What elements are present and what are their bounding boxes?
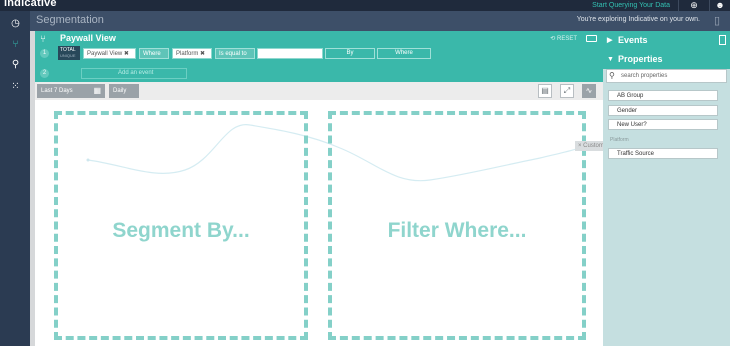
segmentation-icon[interactable]: ⑂ — [9, 38, 22, 51]
filter-where-dropzone[interactable]: Filter Where... — [328, 111, 586, 340]
property-item[interactable]: AB Group — [608, 90, 718, 101]
segment-by-dropzone[interactable]: Segment By... — [54, 111, 308, 340]
page-header: Segmentation You're exploring Indicative… — [30, 11, 730, 31]
expand-icon[interactable]: ⤢ — [560, 84, 574, 98]
property-search-input[interactable]: ⚲ search properties — [606, 69, 727, 83]
divider — [709, 0, 710, 11]
page-title: Segmentation — [36, 14, 104, 26]
line-chart-icon[interactable]: ∿ — [582, 84, 596, 98]
segmentation-icon: ⑂ — [40, 34, 46, 45]
segment-by-label: Segment By... — [112, 219, 250, 242]
metric-sublabel: UNIQUE — [60, 53, 76, 58]
dashboard-icon[interactable]: ◷ — [9, 17, 22, 30]
query-panel: ⑂ Paywall View ⟲ RESET 1 TOTAL UNIQUE Pa… — [35, 31, 603, 82]
date-range-button[interactable]: Last 7 Days ▦ — [37, 84, 105, 98]
add-event-input[interactable]: Add an event — [81, 68, 187, 79]
metric-selector[interactable]: TOTAL UNIQUE — [58, 46, 80, 60]
where-dropdown[interactable]: Where — [139, 48, 169, 59]
property-item[interactable]: Gender — [608, 105, 718, 116]
explore-note: You're exploring Indicative on your own. — [576, 16, 700, 23]
chart-toolbar: Last 7 Days ▦ Daily ▤ ⤢ ∿ — [35, 82, 603, 100]
property-chip[interactable]: Platform ✖ — [172, 48, 212, 59]
top-bar: indicative Start Querying Your Data ⊕ ☻ — [0, 0, 730, 11]
collapse-arrow-icon: ▼ — [607, 56, 614, 63]
divider — [678, 0, 679, 11]
table-view-icon[interactable]: ▤ — [538, 84, 552, 98]
property-group-label: Platform — [610, 137, 629, 143]
properties-label: Properties — [618, 54, 663, 64]
events-label: Events — [618, 35, 648, 45]
query-title: Paywall View — [60, 33, 116, 43]
where-button[interactable]: Where — [377, 48, 431, 59]
funnel-icon[interactable]: ⚲ — [9, 58, 22, 71]
left-nav: ◷ ⑂ ⚲ ⁙ — [0, 11, 30, 346]
panel-toggle-icon[interactable] — [719, 35, 726, 45]
value-input[interactable] — [257, 48, 323, 59]
right-panel: ▶ Events ▼ Properties ⚲ search propertie… — [603, 31, 730, 346]
chart-area: Segment By... Filter Where... — [35, 100, 603, 346]
properties-header[interactable]: ▼ Properties — [603, 50, 730, 69]
event-chip[interactable]: Paywall View ✖ — [83, 48, 136, 59]
row-number: 1 — [40, 49, 49, 58]
journey-icon[interactable]: ⁙ — [9, 80, 22, 93]
property-item[interactable]: New User? — [608, 119, 718, 130]
property-item[interactable]: Traffic Source — [608, 148, 718, 159]
interval-dropdown[interactable]: Daily — [109, 84, 139, 98]
calendar-icon: ▦ — [93, 86, 101, 95]
user-icon[interactable]: ☻ — [714, 0, 726, 11]
expand-arrow-icon: ▶ — [607, 37, 613, 44]
reset-button[interactable]: ⟲ RESET — [550, 35, 577, 42]
search-placeholder: search properties — [621, 73, 668, 79]
events-header[interactable]: ▶ Events — [603, 31, 730, 50]
book-icon[interactable]: ▯ — [714, 14, 720, 27]
collapse-icon[interactable] — [586, 35, 597, 42]
by-button[interactable]: By — [325, 48, 375, 59]
search-icon: ⚲ — [609, 71, 615, 80]
row-number: 2 — [40, 69, 49, 78]
globe-icon[interactable]: ⊕ — [688, 0, 700, 11]
brand-logo[interactable]: indicative — [4, 0, 57, 9]
filter-where-label: Filter Where... — [387, 219, 527, 242]
date-range-label: Last 7 Days — [41, 88, 73, 94]
reset-label: RESET — [556, 36, 577, 42]
operator-dropdown[interactable]: Is equal to — [215, 48, 255, 59]
start-querying-link[interactable]: Start Querying Your Data — [592, 0, 670, 11]
